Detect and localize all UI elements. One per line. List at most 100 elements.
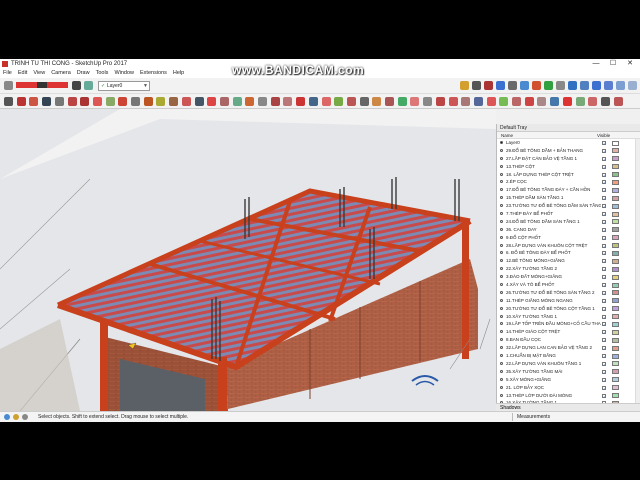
scale-icon[interactable] [181, 97, 191, 106]
layer-color-swatch[interactable] [612, 203, 619, 209]
column-name[interactable]: Name [501, 132, 513, 139]
protractor-icon[interactable] [245, 97, 255, 106]
layer-visible-checkbox[interactable]: ✓ [602, 188, 606, 193]
layer-color-swatch[interactable] [612, 314, 619, 320]
layer-visible-checkbox[interactable]: ✓ [602, 156, 606, 161]
layer-name[interactable]: 11.THÉP GIẰNG MÓNG NGANG [506, 297, 601, 305]
zoom-icon[interactable] [532, 81, 541, 90]
left-view-icon[interactable] [628, 81, 637, 90]
layer-color-swatch[interactable] [612, 156, 619, 162]
layer-color-swatch[interactable] [612, 298, 619, 304]
print-icon[interactable] [484, 81, 493, 90]
layer-color-swatch[interactable] [612, 195, 619, 201]
menu-camera[interactable]: Camera [48, 69, 74, 78]
layer-row[interactable]: 35.XÂY TƯỜNG TẦNG MÁI ✓ [497, 368, 639, 376]
back-edges-icon[interactable] [423, 97, 433, 106]
layer-row[interactable]: 22.XÂY TƯỜNG TẦNG 2 ✓ [497, 265, 639, 273]
layer-visible-checkbox[interactable]: ✓ [602, 148, 606, 153]
active-layer-radio[interactable] [500, 369, 503, 373]
layer-row[interactable]: 24.ĐỔ BÊ TÔNG DẦM SÀN TẦNG 1 ✓ [497, 218, 639, 226]
layer-visible-checkbox[interactable]: ✓ [602, 180, 606, 185]
active-layer-radio[interactable] [500, 259, 503, 263]
menu-window[interactable]: Window [111, 69, 137, 78]
active-layer-radio[interactable] [500, 338, 503, 342]
active-layer-radio[interactable] [500, 314, 503, 318]
x-ray-icon[interactable] [410, 97, 420, 106]
rotated-rect-icon[interactable] [80, 97, 90, 106]
layer-color-swatch[interactable] [612, 179, 619, 185]
look-around-icon[interactable] [372, 97, 382, 106]
paint-icon[interactable] [29, 97, 39, 106]
layer-color-swatch[interactable] [612, 250, 619, 256]
position-camera-icon[interactable] [359, 97, 369, 106]
layer-color-swatch[interactable] [612, 235, 619, 241]
layer-visible-checkbox[interactable]: ✓ [602, 164, 606, 169]
layer-visible-checkbox[interactable]: ✓ [602, 322, 606, 327]
help-icon[interactable] [22, 414, 28, 420]
menu-file[interactable]: File [0, 69, 15, 78]
menu-draw[interactable]: Draw [74, 69, 93, 78]
active-layer-radio[interactable] [500, 322, 503, 326]
orbit-icon[interactable] [508, 81, 517, 90]
active-layer-radio[interactable] [500, 275, 503, 279]
active-layer-radio[interactable] [500, 188, 503, 192]
layer-name[interactable]: 22.LẮP DỰNG VÁN KHUÔN TẦNG 1 [506, 360, 601, 368]
layer-row[interactable]: 27.LẮP ĐẶT CÁN BẢO VỆ TẦNG 1 ✓ [497, 155, 639, 163]
wireframe-icon[interactable] [435, 97, 445, 106]
layer-row[interactable]: 12.BÊ TÔNG MÓNG+GIẰNG ✓ [497, 257, 639, 265]
layer-name[interactable]: 4.XÂY VÀ TÔ BỂ PHỐT [506, 281, 601, 289]
front-view-icon[interactable] [592, 81, 601, 90]
arc-icon[interactable] [118, 97, 128, 106]
layer-color-swatch[interactable] [612, 345, 619, 351]
layer-visible-checkbox[interactable]: ✓ [602, 283, 606, 288]
layer-visible-checkbox[interactable]: ✓ [602, 275, 606, 280]
layer-color-swatch[interactable] [612, 187, 619, 193]
layer-visible-checkbox[interactable]: ✓ [602, 330, 606, 335]
active-layer-radio[interactable] [500, 219, 503, 223]
layer-visible-checkbox[interactable]: ✓ [602, 385, 606, 390]
layer-color-swatch[interactable] [612, 243, 619, 249]
layer-row[interactable]: 13.THÉP LỚP DƯỚI ĐÀI MÓNG ✓ [497, 392, 639, 400]
active-layer-radio[interactable] [500, 393, 503, 397]
stamp-icon[interactable] [524, 97, 534, 106]
layer-visible-checkbox[interactable]: ✓ [602, 290, 606, 295]
maximize-button[interactable]: ☐ [605, 59, 621, 69]
layer-name[interactable]: 10.XÂY TƯỜNG TẦNG 1 [506, 313, 601, 321]
layer-name[interactable]: 2.ÉP CỌC [506, 178, 601, 186]
layer-row[interactable]: 11.THÉP GIẰNG MÓNG NGANG ✓ [497, 297, 639, 305]
push-pull-icon[interactable] [143, 97, 153, 106]
layer-row[interactable]: 8.BAN ĐẦU CỌC ✓ [497, 336, 639, 344]
layer-name[interactable]: 5.XÂY MÓNG+GIẰNG [506, 376, 601, 384]
layer-row[interactable]: 36. CANG DAY ✓ [497, 226, 639, 234]
extension-icon[interactable] [588, 97, 598, 106]
layer-row[interactable]: 29.ĐỔ BÊ TÔNG DẦM + BẢN THANG ✓ [497, 147, 639, 155]
walk-icon[interactable] [556, 81, 565, 90]
layer-row[interactable]: 17.ĐỔ BÊ TÔNG TẦNG ĐÁY + CẦN HỒN ✓ [497, 186, 639, 194]
layer-color-swatch[interactable] [612, 321, 619, 327]
shaded-icon[interactable] [461, 97, 471, 106]
layer-name[interactable]: 28.LẮP DỰNG VÁN KHUÔN CỘT TRỆT [506, 242, 601, 250]
text-icon[interactable] [258, 97, 267, 106]
layer-visible-checkbox[interactable]: ✓ [602, 259, 606, 264]
active-layer-radio[interactable] [500, 290, 503, 294]
active-layer-radio[interactable] [500, 172, 503, 176]
layer-visible-checkbox[interactable]: ✓ [602, 219, 606, 224]
active-layer-radio[interactable] [500, 164, 503, 168]
layer-visible-checkbox[interactable]: ✓ [602, 393, 606, 398]
iso-view-icon[interactable] [568, 81, 577, 90]
active-layer-radio[interactable] [500, 243, 503, 247]
layer-row[interactable]: 21. LỚP BẢY XỌC ✓ [497, 384, 639, 392]
camera-icon[interactable] [496, 81, 505, 90]
layer-color-swatch[interactable] [612, 227, 619, 233]
close-button[interactable]: ✕ [622, 59, 638, 69]
layer-color-swatch[interactable] [612, 148, 619, 154]
layer-row[interactable]: 26.TƯỜNG TƯ ĐỔ BÊ TÔNG SÀN TẦNG 2 ✓ [497, 289, 639, 297]
layer-visible-checkbox[interactable]: ✓ [602, 354, 606, 359]
3d-text-icon[interactable] [283, 97, 293, 106]
layer-name[interactable]: 36. CANG DAY [506, 226, 601, 234]
paint-bucket-icon[interactable] [72, 81, 81, 90]
layer-row[interactable]: 1.CHUẨN BỊ MẶT BẰNG ✓ [497, 352, 639, 360]
active-layer-radio[interactable] [500, 267, 503, 271]
active-layer-radio[interactable] [500, 298, 503, 302]
menu-tools[interactable]: Tools [93, 69, 112, 78]
